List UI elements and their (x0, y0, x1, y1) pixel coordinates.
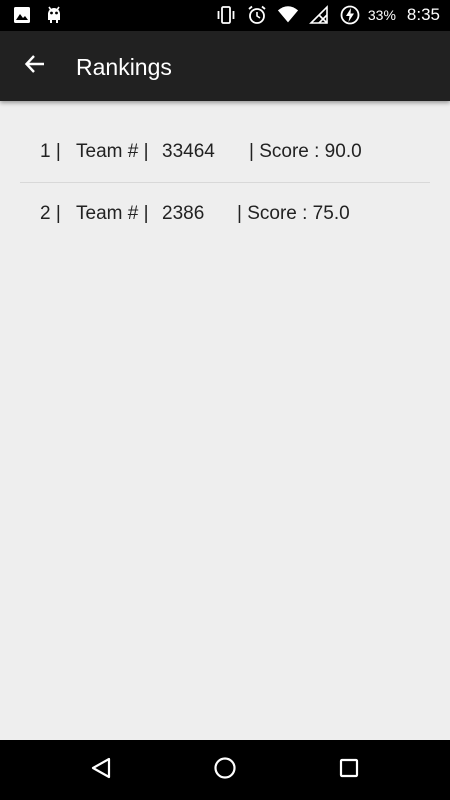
android-debug-icon (44, 5, 64, 30)
home-circle-icon (213, 756, 237, 785)
back-button[interactable] (16, 47, 54, 85)
nav-home-button[interactable] (210, 755, 240, 785)
app-bar: Rankings (0, 31, 450, 101)
battery-charging-icon (339, 4, 361, 26)
battery-percent: 33% (367, 7, 396, 23)
navigation-bar (0, 740, 450, 800)
nav-back-button[interactable] (86, 755, 116, 785)
vibrate-icon (215, 4, 237, 26)
no-signal-icon (308, 4, 330, 26)
status-indicators: 33% 8:35 (215, 4, 440, 26)
page-title: Rankings (76, 54, 172, 80)
back-triangle-icon (89, 756, 113, 785)
rank-label: 2 | (40, 203, 61, 224)
wifi-icon (277, 4, 299, 26)
score-label: | Score : 75.0 (237, 203, 350, 224)
team-number: 2386 (162, 203, 205, 224)
nav-recents-button[interactable] (334, 755, 364, 785)
alarm-icon (246, 4, 268, 26)
list-item[interactable]: 2 | Team # | 2386 | Score : 75.0 (20, 182, 430, 243)
team-label: Team # | (76, 203, 149, 224)
list-item[interactable]: 1 | Team # | 33464 | Score : 90.0 (20, 121, 430, 182)
recents-square-icon (337, 756, 361, 785)
team-label: Team # | (76, 141, 149, 162)
status-bar: 33% 8:35 (0, 0, 450, 31)
arrow-back-icon (23, 52, 47, 81)
clock: 8:35 (406, 5, 440, 24)
rank-label: 1 | (40, 141, 61, 162)
status-notifications (12, 5, 64, 30)
score-label: | Score : 90.0 (249, 141, 362, 162)
rankings-list: 1 | Team # | 33464 | Score : 90.0 2 | Te… (0, 121, 450, 243)
image-icon (12, 5, 32, 30)
team-number: 33464 (162, 141, 215, 162)
